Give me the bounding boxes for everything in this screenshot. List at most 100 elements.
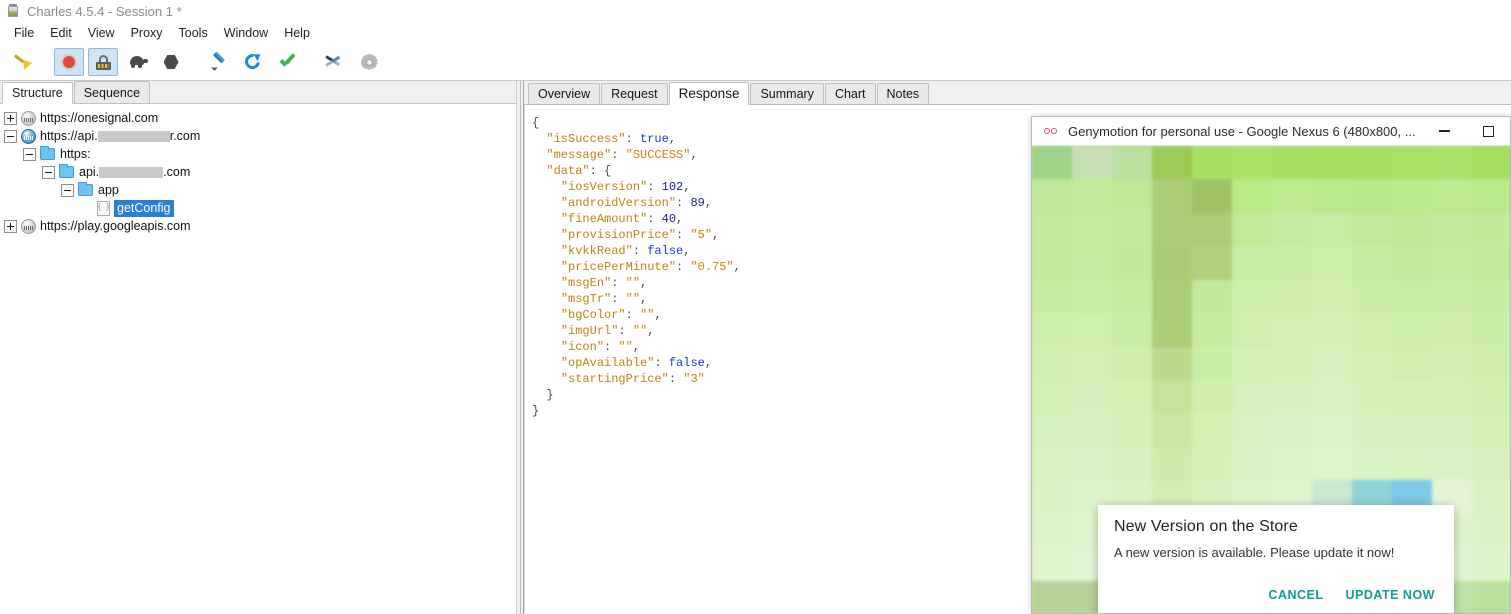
tools-button[interactable] [320, 48, 350, 76]
expand-icon[interactable] [4, 111, 17, 125]
json-token-punc: , [704, 356, 713, 370]
record-icon [61, 54, 77, 70]
tab-request[interactable]: Request [601, 83, 668, 104]
menu-window[interactable]: Window [216, 24, 276, 42]
ssl-proxying-button[interactable] [88, 48, 118, 76]
json-token-punc: , [704, 196, 713, 210]
compose-button[interactable] [204, 48, 234, 76]
json-token-key: "message" [546, 148, 612, 162]
json-token-key: "data" [546, 164, 590, 178]
tree-item-onesignal[interactable]: https://onesignal.com [4, 109, 516, 127]
genymotion-titlebar[interactable]: Genymotion for personal use - Google Nex… [1032, 117, 1510, 146]
tab-sequence[interactable]: Sequence [73, 81, 151, 103]
collapse-icon[interactable] [4, 129, 17, 143]
json-token-punc: : [647, 180, 662, 194]
menu-tools[interactable]: Tools [171, 24, 216, 42]
json-token-key: "fineAmount" [560, 212, 648, 226]
expand-icon[interactable] [4, 219, 17, 233]
tree-item-label: https://play.googleapis.com [40, 219, 191, 233]
tree-item-api-folder[interactable]: api. .com [4, 163, 516, 181]
json-token-punc: , [676, 212, 684, 226]
tab-summary[interactable]: Summary [750, 83, 824, 104]
validate-button[interactable] [272, 48, 302, 76]
menu-file[interactable]: File [6, 24, 42, 42]
turtle-icon [127, 55, 148, 69]
clear-session-button[interactable] [8, 48, 38, 76]
maximize-button[interactable] [1466, 117, 1510, 146]
collapse-icon[interactable] [23, 147, 36, 161]
menu-edit[interactable]: Edit [42, 24, 80, 42]
json-token-punc: { [532, 116, 540, 130]
json-token-punc: , [683, 244, 691, 258]
gear-icon [360, 53, 378, 71]
tab-chart[interactable]: Chart [824, 83, 876, 104]
broom-icon [13, 52, 33, 72]
json-token-punc: , [654, 308, 662, 322]
json-token-punc: , [640, 292, 648, 306]
menubar: File Edit View Proxy Tools Window Help [0, 22, 1511, 44]
json-token-punc: , [690, 148, 698, 162]
json-token-key: "androidVersion" [560, 196, 677, 210]
tree-item-app-folder[interactable]: app [4, 181, 516, 199]
left-pane-tabstrip: Structure Sequence [0, 81, 516, 104]
json-token-str: "" [618, 340, 633, 354]
start-stop-recording-button[interactable] [54, 48, 84, 76]
json-token-punc: , [733, 260, 741, 274]
json-token-punc: , [632, 340, 641, 354]
json-token-punc: , [640, 276, 648, 290]
tree-item-label: https: [60, 147, 91, 161]
minimize-button[interactable] [1422, 117, 1466, 146]
json-token-str: "" [632, 324, 648, 338]
charles-proxy-window: Charles 4.5.4 - Session 1 * File Edit Vi… [0, 0, 1511, 614]
json-token-punc: : [654, 356, 669, 370]
menu-help[interactable]: Help [276, 24, 318, 42]
dialog-title: New Version on the Store [1114, 518, 1298, 535]
charles-jar-icon [5, 3, 21, 19]
tree-item-play-googleapis[interactable]: https://play.googleapis.com [4, 217, 516, 235]
menu-view[interactable]: View [80, 24, 123, 42]
json-token-key: "provisionPrice" [560, 228, 677, 242]
json-token-punc: , [683, 180, 691, 194]
json-token-punc: : [611, 276, 626, 290]
tree-item-label: app [98, 183, 119, 197]
json-token-punc: : [625, 308, 641, 322]
android-device-screen[interactable]: New Version on the Store A new version i… [1032, 146, 1510, 613]
json-token-punc: : [676, 228, 691, 242]
redacted-text [99, 167, 164, 179]
update-dialog: New Version on the Store A new version i… [1098, 505, 1454, 613]
json-token-bool: false [668, 356, 705, 370]
breakpoints-button[interactable] [156, 48, 186, 76]
globe-icon [21, 218, 36, 234]
json-token-str: "0.75" [690, 260, 734, 274]
dialog-message: A new version is available. Please updat… [1114, 545, 1395, 560]
maximize-icon [1482, 125, 1494, 137]
repeat-button[interactable] [238, 48, 268, 76]
collapse-icon[interactable] [61, 183, 74, 197]
genymotion-window: Genymotion for personal use - Google Nex… [1031, 116, 1511, 614]
json-token-bool: true [640, 132, 669, 146]
json-token-punc: } [546, 388, 554, 402]
json-token-key: "imgUrl" [560, 324, 619, 338]
tree-item-https-folder[interactable]: https: [4, 145, 516, 163]
json-token-str: "" [640, 308, 655, 322]
menu-proxy[interactable]: Proxy [123, 24, 171, 42]
window-title: Charles 4.5.4 - Session 1 * [27, 3, 182, 19]
json-token-punc: : [647, 212, 662, 226]
tree-item-label: https://api. r.com [40, 129, 201, 143]
checkmark-icon [278, 53, 296, 71]
update-now-button[interactable]: UPDATE NOW [1337, 582, 1445, 608]
tree-item-getconfig[interactable]: { } getConfig [4, 199, 516, 217]
json-token-key: "msgEn" [560, 276, 612, 290]
collapse-icon[interactable] [42, 165, 55, 179]
throttle-button[interactable] [122, 48, 152, 76]
folder-icon [78, 182, 93, 196]
settings-button[interactable] [354, 48, 384, 76]
pane-splitter[interactable] [516, 81, 524, 614]
tree-item-api-host[interactable]: https://api. r.com [4, 127, 516, 145]
json-file-icon: { } [97, 200, 110, 216]
tab-notes[interactable]: Notes [876, 83, 930, 104]
tab-structure[interactable]: Structure [2, 82, 73, 104]
tab-response[interactable]: Response [668, 82, 750, 105]
tab-overview[interactable]: Overview [528, 83, 601, 104]
cancel-button[interactable]: CANCEL [1259, 582, 1332, 608]
